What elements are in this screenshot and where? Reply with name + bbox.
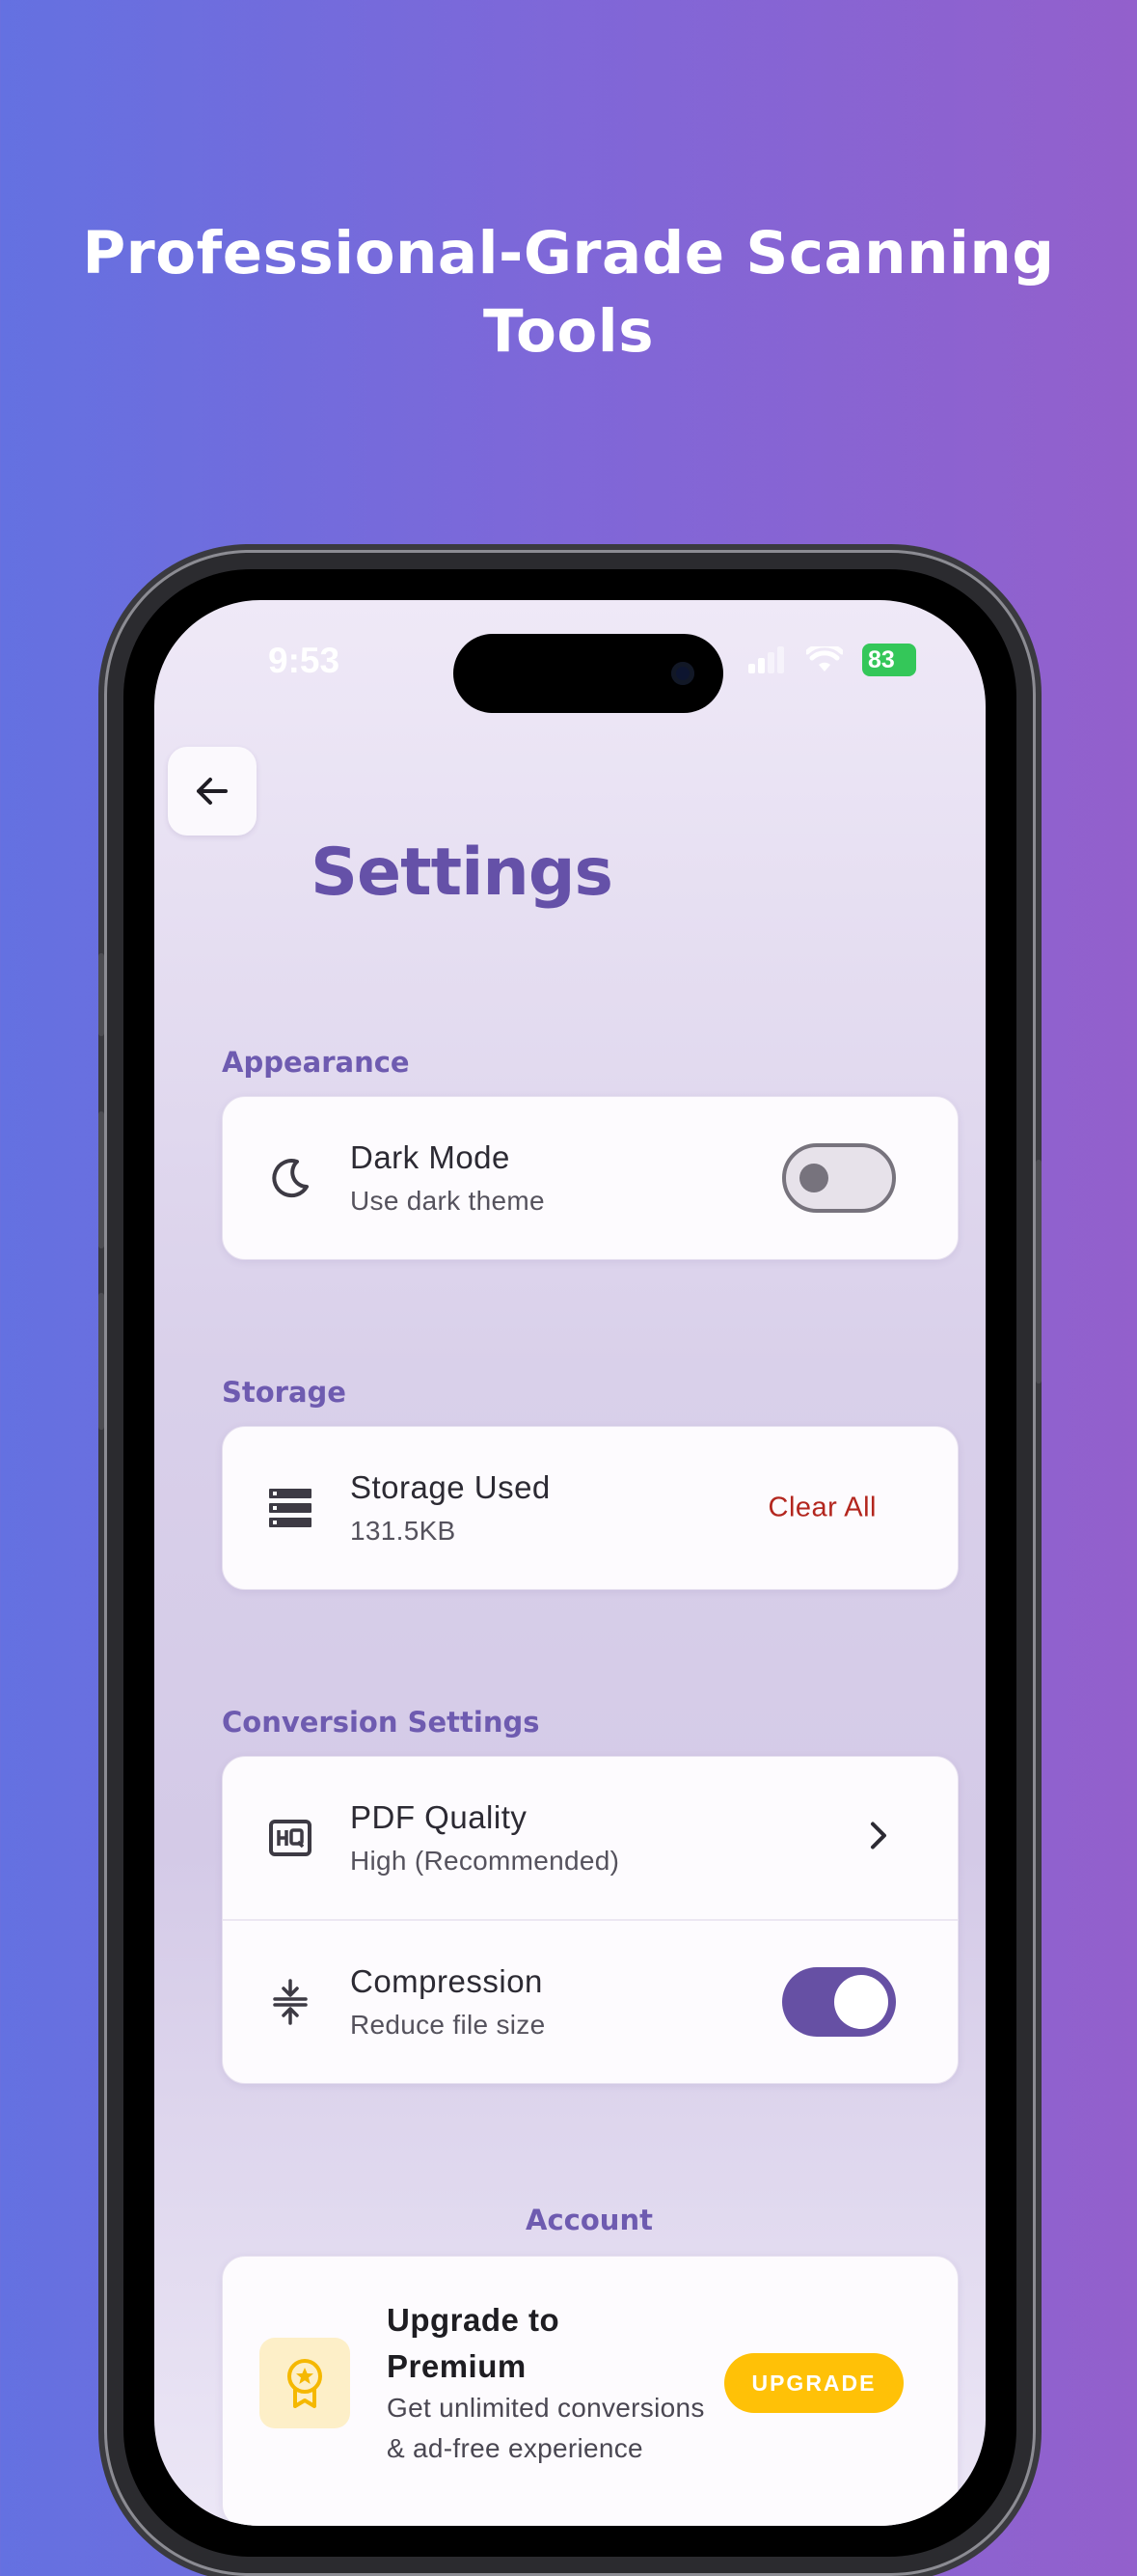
storage-used-value: 131.5KB xyxy=(350,1516,456,1546)
phone-frame: 9:53 83 Settings Appearance Dark Mode Us… xyxy=(98,550,1042,2576)
appearance-card: Dark Mode Use dark theme xyxy=(222,1096,959,1260)
compress-icon xyxy=(261,1973,319,2031)
dynamic-island xyxy=(453,634,723,713)
dark-mode-subtitle: Use dark theme xyxy=(350,1186,545,1216)
dark-mode-title: Dark Mode xyxy=(350,1139,510,1175)
premium-card: Upgrade to Premium Get unlimited convers… xyxy=(222,2256,959,2526)
conversion-card: PDF Quality High (Recommended) Compressi… xyxy=(222,1756,959,2084)
pdf-quality-title: PDF Quality xyxy=(350,1799,528,1835)
chevron-right-icon xyxy=(867,1821,890,1856)
storage-card: Storage Used 131.5KB Clear All xyxy=(222,1426,959,1590)
app-screen: 9:53 83 Settings Appearance Dark Mode Us… xyxy=(154,600,986,2526)
clear-all-button[interactable]: Clear All xyxy=(769,1493,878,1524)
power-button xyxy=(1036,1160,1042,1384)
dark-mode-row[interactable]: Dark Mode Use dark theme xyxy=(223,1097,958,1259)
page-title: Settings xyxy=(311,835,613,911)
compression-toggle[interactable] xyxy=(782,1967,896,2037)
camera-icon xyxy=(671,662,694,685)
phone-bezel: 9:53 83 Settings Appearance Dark Mode Us… xyxy=(123,569,1016,2557)
section-label-account: Account xyxy=(526,2204,653,2236)
arrow-left-icon xyxy=(197,778,228,805)
headline-line-2: Tools xyxy=(482,297,655,366)
premium-badge-icon xyxy=(259,2338,350,2428)
compression-subtitle: Reduce file size xyxy=(350,2010,546,2040)
wifi-icon xyxy=(806,646,843,671)
back-button[interactable] xyxy=(168,747,257,836)
compression-row[interactable]: Compression Reduce file size xyxy=(223,1919,958,2083)
premium-title: Upgrade to Premium xyxy=(387,2302,560,2384)
status-time: 9:53 xyxy=(268,641,340,680)
section-label-storage: Storage xyxy=(222,1376,346,1409)
marketing-headline: Professional-Grade Scanning Tools xyxy=(0,214,1137,370)
headline-line-1: Professional-Grade Scanning xyxy=(82,219,1055,288)
toggle-knob xyxy=(834,1975,888,2029)
section-label-conversion: Conversion Settings xyxy=(222,1706,540,1739)
status-icons: 83 xyxy=(748,644,916,676)
action-button xyxy=(98,953,104,1036)
storage-used-row: Storage Used 131.5KB Clear All xyxy=(223,1427,958,1589)
upgrade-button[interactable]: UPGRADE xyxy=(724,2353,904,2413)
compression-title: Compression xyxy=(350,1963,543,1999)
volume-up-button xyxy=(98,1111,104,1248)
pdf-quality-row[interactable]: PDF Quality High (Recommended) xyxy=(223,1757,958,1919)
toggle-knob xyxy=(799,1164,828,1192)
pdf-quality-value: High (Recommended) xyxy=(350,1846,620,1876)
dark-mode-toggle[interactable] xyxy=(782,1143,896,1213)
volume-down-button xyxy=(98,1293,104,1430)
moon-icon xyxy=(261,1149,319,1207)
hq-icon xyxy=(261,1809,319,1867)
section-label-appearance: Appearance xyxy=(222,1046,410,1079)
storage-icon xyxy=(261,1479,319,1537)
battery-indicator: 83 xyxy=(862,644,916,676)
cellular-signal-icon xyxy=(748,646,784,673)
premium-subtitle: Get unlimited conversions & ad-free expe… xyxy=(387,2393,705,2463)
storage-used-title: Storage Used xyxy=(350,1469,551,1505)
